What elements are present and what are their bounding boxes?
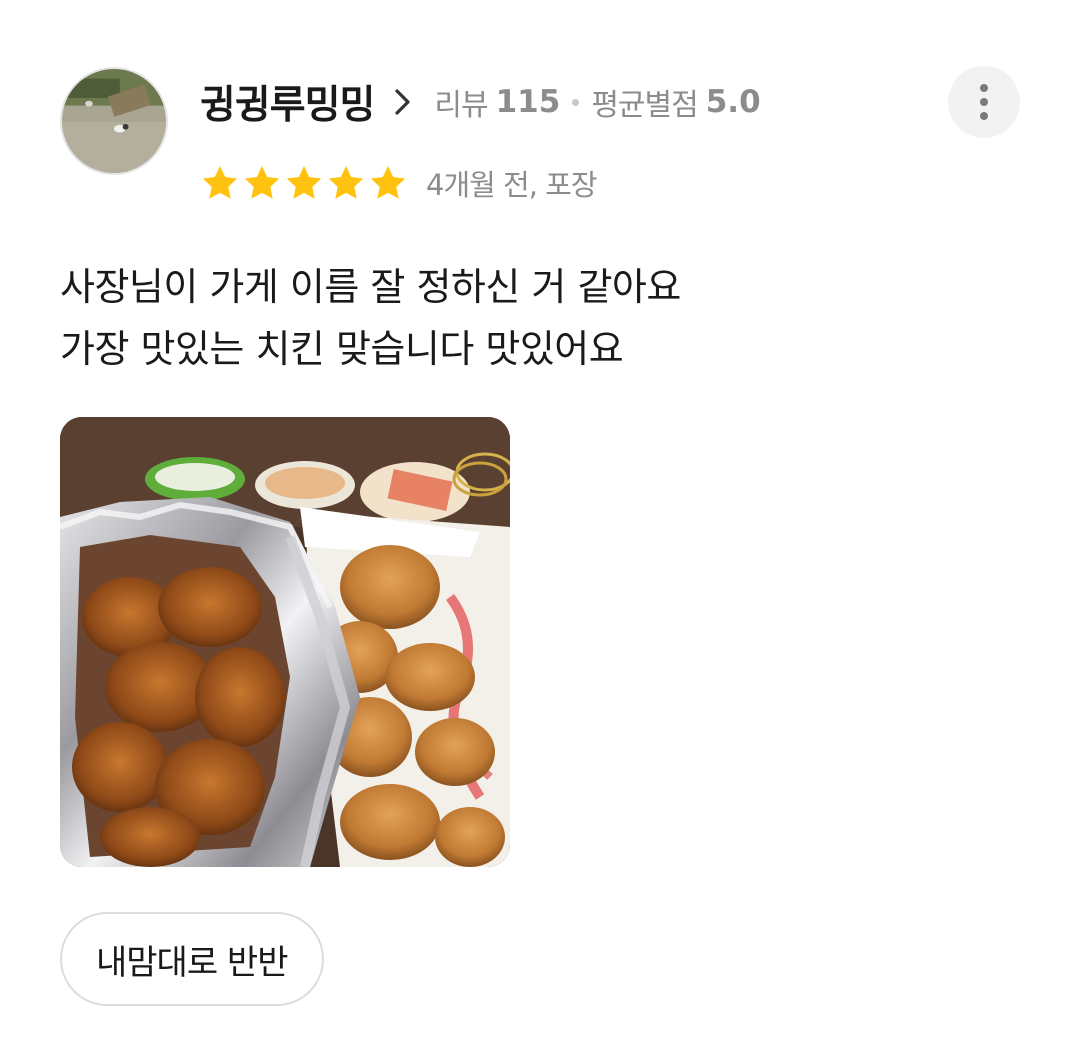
review-date-and-type: 4개월 전, 포장 [426, 168, 598, 202]
star-icon [244, 166, 280, 199]
rating-row: 4개월 전, 포장 [200, 158, 598, 208]
avatar-image [62, 69, 166, 173]
separator-dot [572, 98, 580, 106]
star-rating [200, 163, 408, 203]
review-line: 가장 맛있는 치킨 맞습니다 맛있어요 [60, 327, 624, 371]
more-vertical-icon-dot [980, 84, 988, 92]
review-count-label: 리뷰 [434, 88, 488, 123]
star-icon [328, 166, 364, 199]
review-count-value: 115 [495, 84, 561, 120]
review-photo[interactable] [60, 417, 510, 867]
star-icon [286, 166, 322, 199]
more-vertical-icon-dot [980, 98, 988, 106]
avg-rating-label: 평균별점 [591, 88, 698, 123]
star-icon [370, 166, 406, 199]
star-icon [202, 166, 238, 199]
review-card: 귕귕루밍밍 리뷰 115 평균별점 5.0 4개월 전, 포장 사장님이 가게 … [0, 0, 1080, 1046]
fried-chicken-photo [60, 417, 510, 867]
avatar[interactable] [60, 67, 168, 175]
more-vertical-icon-dot [980, 112, 988, 120]
chevron-right-icon[interactable] [392, 87, 414, 117]
reviewer-nickname[interactable]: 귕귕루밍밍 [200, 74, 375, 130]
menu-tag[interactable]: 내맘대로 반반 [60, 912, 324, 1006]
reviewer-info-row: 귕귕루밍밍 리뷰 115 평균별점 5.0 [200, 72, 761, 132]
review-body: 사장님이 가게 이름 잘 정하신 거 같아요 가장 맛있는 치킨 맞습니다 맛있… [60, 256, 1040, 380]
review-line: 사장님이 가게 이름 잘 정하신 거 같아요 [60, 265, 681, 309]
more-options-button[interactable] [948, 66, 1020, 138]
avg-rating-value: 5.0 [705, 84, 761, 120]
